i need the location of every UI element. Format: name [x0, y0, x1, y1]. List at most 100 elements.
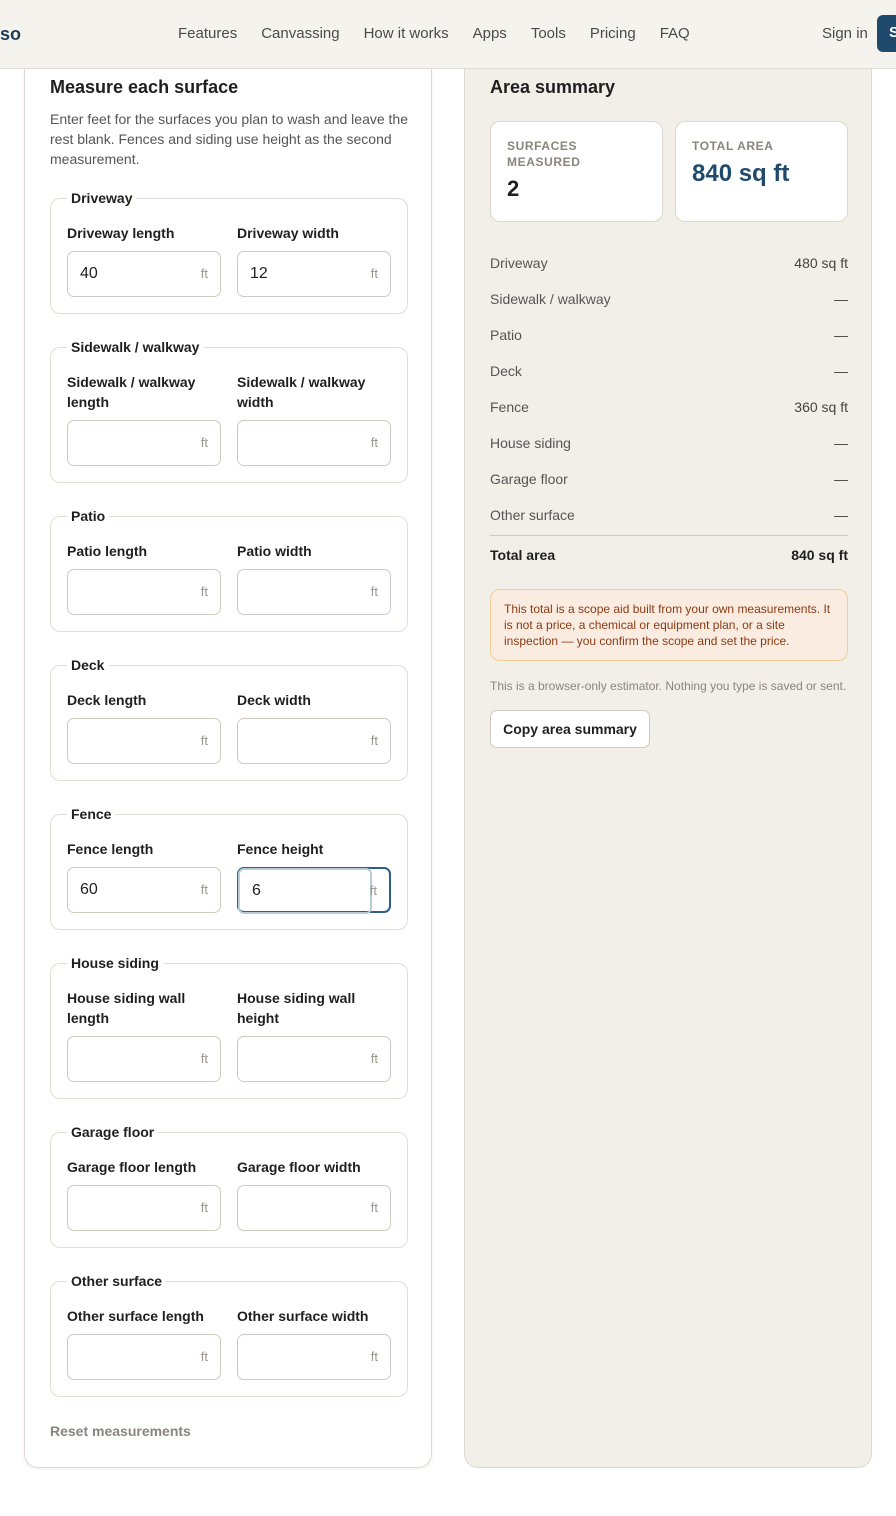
unit-label: ft	[370, 1349, 378, 1364]
sidewalk-length-input[interactable]	[68, 421, 188, 465]
summary-title: Area summary	[490, 77, 616, 97]
total-row-value: 840 sq ft	[791, 547, 848, 563]
list-item: Deck —	[490, 355, 848, 391]
deck-width-input[interactable]	[238, 719, 358, 763]
nav-apps[interactable]: Apps	[473, 25, 507, 42]
unit-label: ft	[200, 1051, 208, 1066]
nav-pricing[interactable]: Pricing	[590, 25, 636, 42]
signup-button[interactable]: S	[877, 15, 896, 52]
surfaces-measured-card: SURFACES MEASURED 2	[490, 121, 663, 222]
row-name: Driveway	[490, 255, 548, 271]
deck-length-input[interactable]	[68, 719, 188, 763]
other-length-input[interactable]	[68, 1335, 188, 1379]
field-label: Other surface length	[67, 1308, 204, 1324]
sign-in-link[interactable]: Sign in	[822, 25, 868, 42]
measurement-form-panel: Measure each surface Enter feet for the …	[24, 69, 432, 1468]
card-label: SURFACES MEASURED	[507, 139, 581, 169]
field-garage-length: Garage floor length ft	[67, 1157, 221, 1231]
fence-length-input-wrap: ft	[67, 867, 221, 913]
driveway-length-input[interactable]	[68, 252, 188, 296]
nav-tools[interactable]: Tools	[531, 25, 566, 42]
siding-length-input[interactable]	[68, 1037, 188, 1081]
garage-width-input[interactable]	[238, 1186, 358, 1230]
patio-length-input[interactable]	[68, 570, 188, 614]
unit-label: ft	[370, 1051, 378, 1066]
unit-label: ft	[200, 1200, 208, 1215]
area-summary-panel: Area summary SURFACES MEASURED 2 TOTAL A…	[464, 69, 872, 1468]
group-house-siding: House siding House siding wall length ft…	[50, 955, 408, 1099]
unit-label: ft	[200, 435, 208, 450]
sidewalk-length-input-wrap: ft	[67, 420, 221, 466]
fence-height-input[interactable]	[238, 868, 372, 914]
field-label: Patio width	[237, 543, 312, 559]
garage-length-input-wrap: ft	[67, 1185, 221, 1231]
group-deck: Deck Deck length ft Deck width ft	[50, 657, 408, 781]
field-label: Deck width	[237, 692, 311, 708]
unit-label: ft	[200, 584, 208, 599]
group-sidewalk: Sidewalk / walkway Sidewalk / walkway le…	[50, 339, 408, 483]
field-patio-width: Patio width ft	[237, 541, 391, 615]
sidewalk-width-input-wrap: ft	[237, 420, 391, 466]
copy-area-summary-button[interactable]: Copy area summary	[490, 710, 650, 748]
list-item: House siding —	[490, 427, 848, 463]
field-label: Patio length	[67, 543, 148, 559]
total-area-card: TOTAL AREA 840 sq ft	[675, 121, 848, 222]
nav-features[interactable]: Features	[178, 25, 237, 42]
siding-length-input-wrap: ft	[67, 1036, 221, 1082]
list-item: Garage floor —	[490, 463, 848, 499]
unit-label: ft	[369, 883, 377, 898]
group-legend: Garage floor	[71, 1124, 155, 1140]
unit-label: ft	[370, 266, 378, 281]
field-driveway-width: Driveway width ft	[237, 223, 391, 297]
field-label: House siding wall height	[237, 990, 356, 1026]
list-item: Other surface —	[490, 499, 848, 535]
patio-width-input[interactable]	[238, 570, 358, 614]
field-siding-length: House siding wall length ft	[67, 988, 221, 1082]
unit-label: ft	[370, 733, 378, 748]
field-deck-width: Deck width ft	[237, 690, 391, 764]
field-label: Fence height	[237, 841, 324, 857]
row-name: Fence	[490, 399, 529, 415]
surface-breakdown-list: Driveway 480 sq ft Sidewalk / walkway — Pa…	[490, 247, 848, 535]
row-value: —	[834, 327, 848, 343]
card-label: TOTAL AREA	[692, 139, 774, 153]
group-legend: Driveway	[71, 190, 133, 206]
group-fence: Fence Fence length ft Fence height ft	[50, 806, 408, 930]
field-fence-length: Fence length ft	[67, 839, 221, 913]
siding-height-input-wrap: ft	[237, 1036, 391, 1082]
nav-faq[interactable]: FAQ	[660, 25, 690, 42]
row-value: 360 sq ft	[794, 399, 848, 415]
sidewalk-width-input[interactable]	[238, 421, 358, 465]
form-title: Measure each surface	[50, 77, 239, 97]
unit-label: ft	[370, 584, 378, 599]
patio-length-input-wrap: ft	[67, 569, 221, 615]
siding-height-input[interactable]	[238, 1037, 358, 1081]
group-other-surface: Other surface Other surface length ft Ot…	[50, 1273, 408, 1397]
field-label: Driveway width	[237, 225, 339, 241]
other-width-input[interactable]	[238, 1335, 358, 1379]
field-fence-height: Fence height ft	[237, 839, 391, 914]
nav-canvassing[interactable]: Canvassing	[261, 25, 339, 42]
field-other-width: Other surface width ft	[237, 1306, 391, 1380]
logo[interactable]: so	[0, 24, 21, 45]
row-name: Sidewalk / walkway	[490, 291, 611, 307]
other-width-input-wrap: ft	[237, 1334, 391, 1380]
unit-label: ft	[370, 1200, 378, 1215]
garage-length-input[interactable]	[68, 1186, 188, 1230]
field-label: House siding wall length	[67, 990, 186, 1026]
field-deck-length: Deck length ft	[67, 690, 221, 764]
main-nav: Features Canvassing How it works Apps To…	[178, 25, 690, 42]
driveway-width-input[interactable]	[238, 252, 358, 296]
fence-length-input[interactable]	[68, 868, 188, 912]
nav-how-it-works[interactable]: How it works	[364, 25, 449, 42]
list-item: Patio —	[490, 319, 848, 355]
group-legend: Sidewalk / walkway	[71, 339, 200, 355]
list-item: Sidewalk / walkway —	[490, 283, 848, 319]
field-label: Fence length	[67, 841, 154, 857]
field-label: Sidewalk / walkway width	[237, 374, 366, 410]
driveway-length-input-wrap: ft	[67, 251, 221, 297]
unit-label: ft	[200, 882, 208, 897]
deck-length-input-wrap: ft	[67, 718, 221, 764]
field-label: Driveway length	[67, 225, 175, 241]
reset-measurements-button[interactable]: Reset measurements	[50, 1423, 191, 1439]
